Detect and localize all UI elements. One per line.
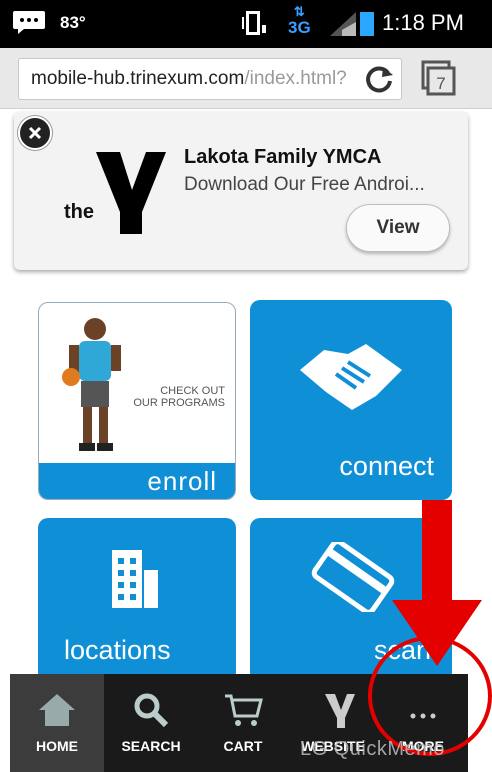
reload-icon[interactable] xyxy=(363,63,395,95)
temperature-text: 83° xyxy=(60,13,86,32)
url-path: /index.html? xyxy=(244,68,347,89)
building-icon xyxy=(112,550,158,608)
ad-title: Lakota Family YMCA xyxy=(184,146,382,168)
search-icon xyxy=(134,693,169,728)
enroll-tile[interactable]: CHECK OUT OUR PROGRAMS enroll xyxy=(38,302,236,500)
programs-tagline: CHECK OUT OUR PROGRAMS xyxy=(133,385,225,409)
vibrate-icon xyxy=(242,11,266,35)
person-image xyxy=(62,318,121,451)
quickmemo-watermark: LG QuickMemo xyxy=(300,738,445,760)
view-button[interactable]: View xyxy=(346,204,450,252)
nav-search[interactable]: SEARCH xyxy=(104,674,198,772)
url-host: mobile-hub.trinexum.com xyxy=(31,68,245,89)
message-icon xyxy=(13,11,45,34)
close-icon xyxy=(28,126,42,140)
browser-toolbar: mobile-hub.trinexum.com/index.html? 7 xyxy=(0,48,492,109)
close-ad-button[interactable] xyxy=(18,116,52,150)
nav-home-label: HOME xyxy=(36,738,78,754)
svg-text:7: 7 xyxy=(436,74,445,93)
connect-label: connect xyxy=(339,451,434,481)
svg-text:the: the xyxy=(64,201,94,223)
ad-banner[interactable]: the Lakota Family YMCA Download Our Free… xyxy=(14,112,468,270)
locations-tile[interactable]: locations xyxy=(38,518,236,682)
enroll-label-bar: enroll xyxy=(39,463,235,499)
handshake-icon xyxy=(300,344,402,410)
ad-description: Download Our Free Androi... xyxy=(184,174,425,195)
enroll-label: enroll xyxy=(147,466,217,496)
home-icon xyxy=(39,694,75,726)
locations-label: locations xyxy=(64,635,171,665)
tabs-icon: 7 xyxy=(421,60,456,96)
tabs-button[interactable]: 7 xyxy=(420,60,456,96)
nav-cart-label: CART xyxy=(223,738,263,754)
card-scan-icon xyxy=(311,542,395,612)
status-bar: 83° ⇅ 3G 1:18 PM xyxy=(0,0,492,48)
url-text[interactable]: mobile-hub.trinexum.com/index.html? xyxy=(31,68,351,90)
nav-cart[interactable]: CART xyxy=(198,674,288,772)
ymca-logo-icon xyxy=(325,694,355,728)
ymca-logo-icon: the xyxy=(64,152,166,234)
battery-icon xyxy=(360,12,374,36)
url-bar[interactable]: mobile-hub.trinexum.com/index.html? xyxy=(18,58,402,100)
network-indicator: ⇅ 3G xyxy=(288,4,311,37)
nav-search-label: SEARCH xyxy=(121,738,181,754)
clock-text: 1:18 PM xyxy=(382,10,464,35)
connect-tile[interactable]: connect xyxy=(250,300,452,500)
signal-icon xyxy=(330,12,356,36)
nav-home[interactable]: HOME xyxy=(10,674,104,772)
cart-icon xyxy=(225,694,263,726)
